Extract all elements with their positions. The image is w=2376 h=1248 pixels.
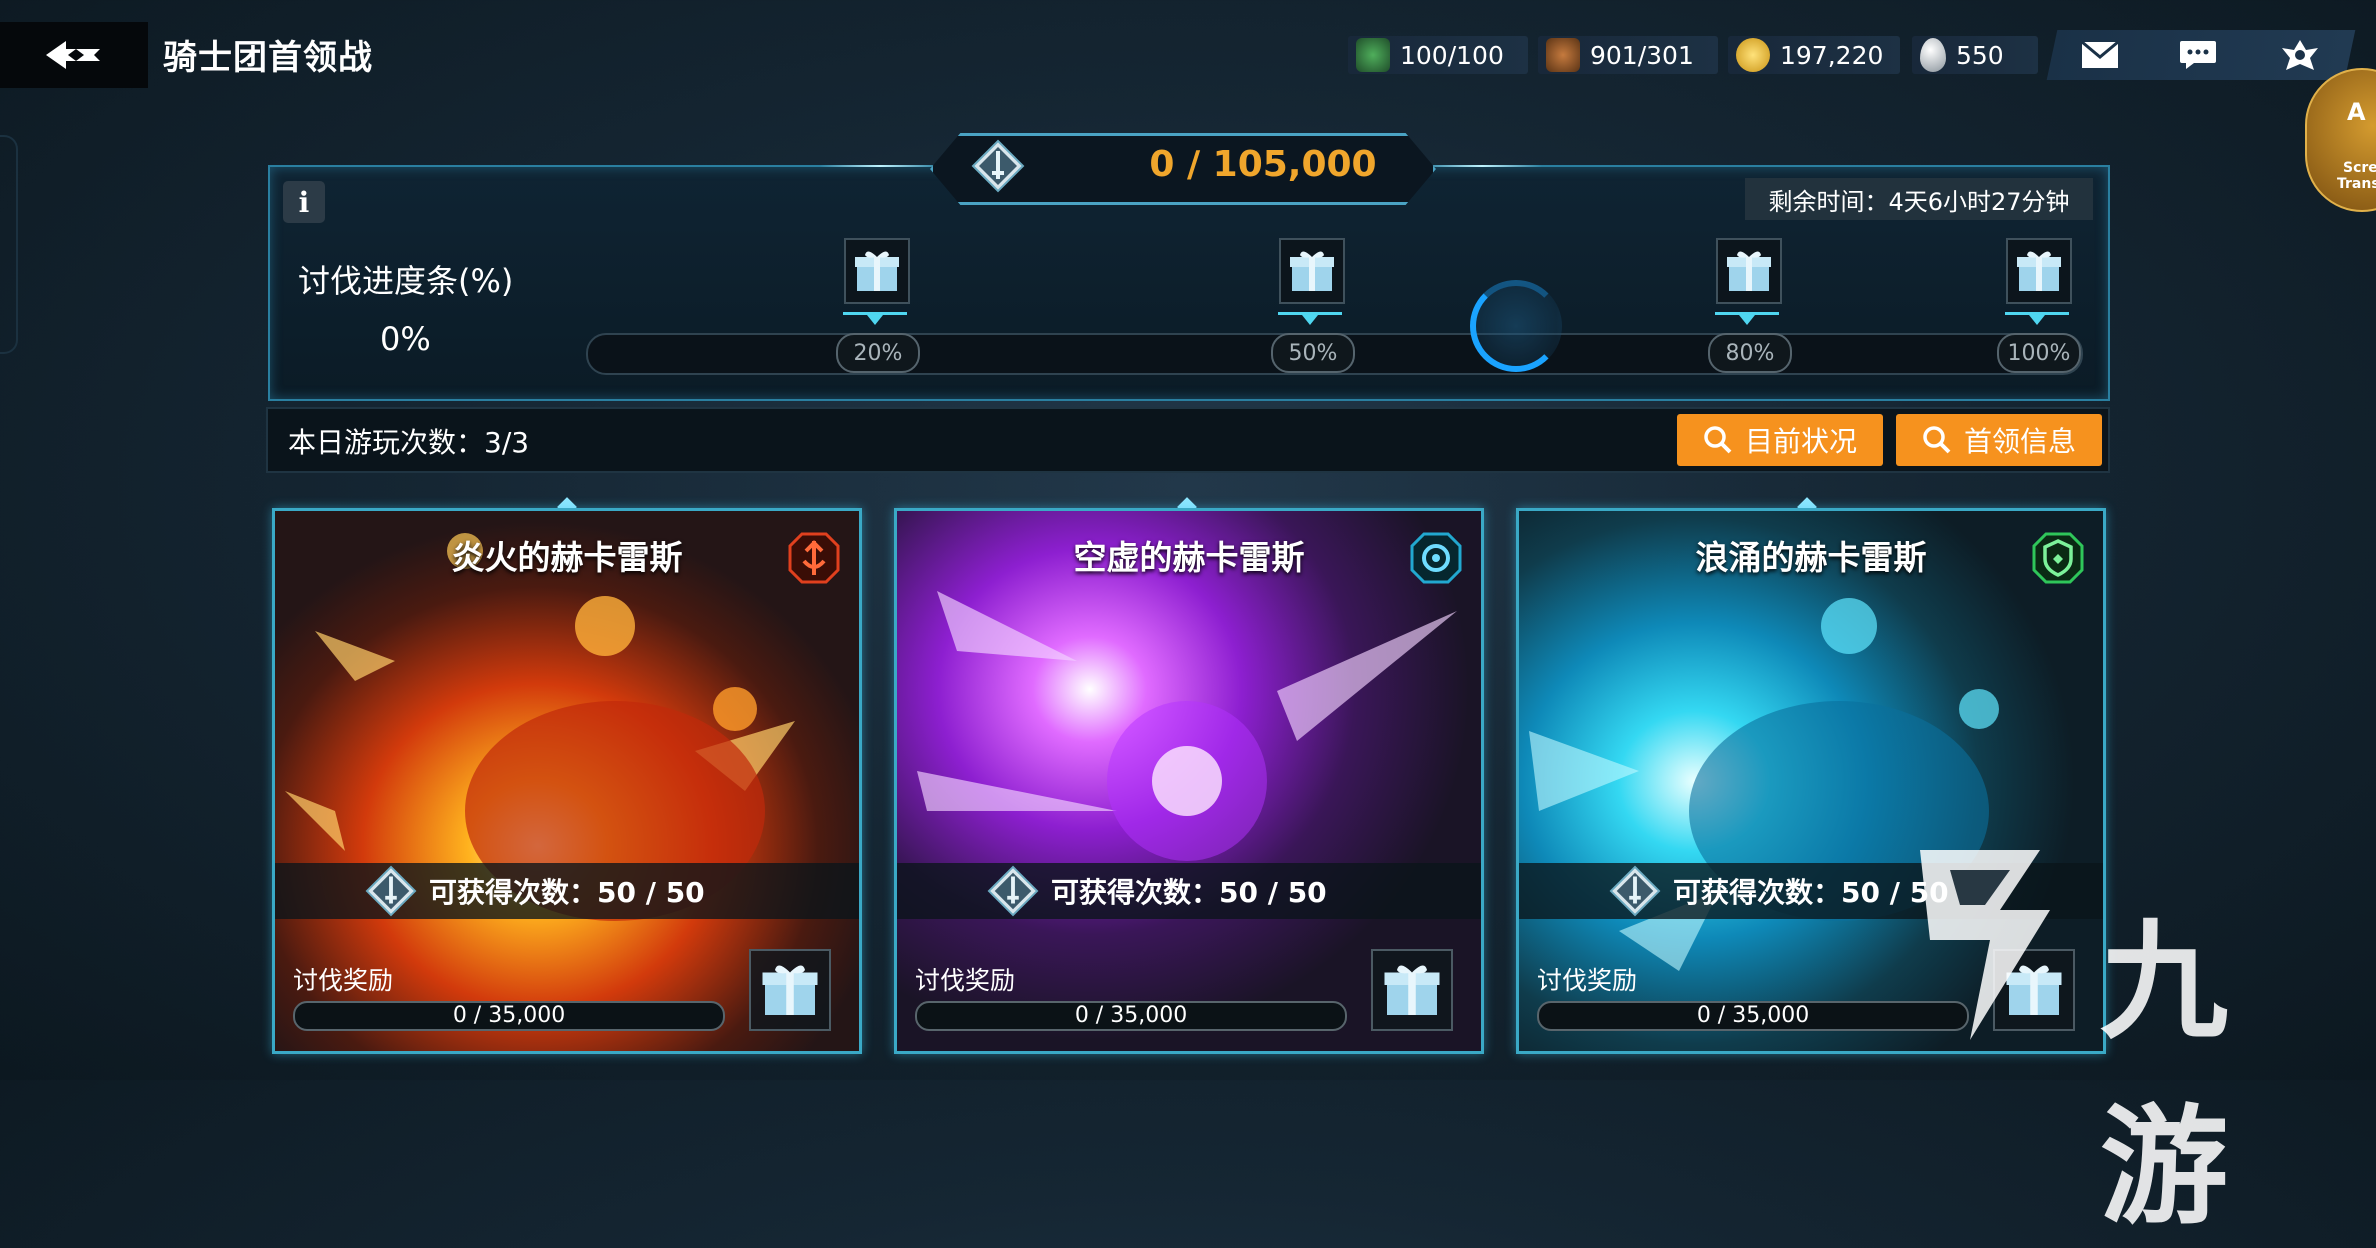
watermark: 九游 (1880, 830, 2360, 1242)
current-status-label: 目前状况 (1744, 425, 1857, 458)
total-damage-banner: 0 / 105,000 (930, 133, 1436, 205)
resource-boot[interactable]: 901/301 (1538, 36, 1718, 74)
sword-diamond-icon (1609, 865, 1661, 917)
sword-diamond-icon (971, 139, 1025, 193)
sword-diamond-icon (987, 865, 1039, 917)
chat-button[interactable] (2176, 38, 2220, 72)
stamina-icon (1356, 38, 1390, 72)
gift-box-icon (855, 251, 899, 291)
milestone-label: 80% (1708, 333, 1792, 373)
screen-translate-button[interactable]: A Scre Trans (2305, 68, 2376, 212)
spark-left (820, 165, 940, 167)
wave-element-icon (2032, 532, 2084, 584)
translate-letter: A (2347, 98, 2366, 126)
reward-label: 讨伐奖励 (293, 966, 394, 995)
gift-box-icon (1384, 965, 1440, 1015)
progress-percent: 0% (380, 320, 431, 358)
milestone-label: 20% (836, 333, 920, 373)
remaining-time: 剩余时间：4天6小时27分钟 (1745, 178, 2093, 220)
back-button[interactable] (0, 22, 148, 88)
boss-card-fire[interactable]: 炎火的赫卡雷斯 可获得次数：50 / 50 讨伐奖励 0 / 35,000 (272, 508, 862, 1054)
resource-value: 550 (1956, 40, 2004, 70)
boss-name: 空虚的赫卡雷斯 (1073, 538, 1305, 577)
current-status-button[interactable]: 目前状况 (1677, 414, 1883, 466)
reward-box-button[interactable] (749, 949, 831, 1031)
guild-emblem-icon (2282, 40, 2318, 70)
chat-icon (2180, 41, 2216, 69)
info-icon: i (298, 185, 310, 219)
milestone-pointer (867, 315, 883, 325)
boss-name: 浪涌的赫卡雷斯 (1695, 538, 1927, 577)
loading-spinner (1470, 280, 1562, 372)
translate-line2: Trans (2337, 176, 2376, 192)
sword-diamond-icon (365, 865, 417, 917)
back-arrow-icon (46, 41, 100, 69)
info-button[interactable]: i (283, 181, 325, 223)
milestone-pointer (1302, 315, 1318, 325)
milestone-reward-50[interactable] (1279, 238, 1345, 304)
milestone-pointer (1739, 315, 1755, 325)
resource-stamina[interactable]: 100/100 (1348, 36, 1528, 74)
reward-box-button[interactable] (1371, 949, 1453, 1031)
milestone-pointer (2029, 315, 2045, 325)
boss-name: 炎火的赫卡雷斯 (451, 538, 683, 577)
top-bar: 骑士团首领战 100/100 901/301 197,220 550 (0, 0, 2376, 88)
reward-progress: 0 / 35,000 (293, 1001, 725, 1031)
resource-crystal[interactable]: 550 (1912, 36, 2038, 74)
boot-icon (1546, 38, 1580, 72)
gift-box-icon (1290, 251, 1334, 291)
reward-progress: 0 / 35,000 (915, 1001, 1347, 1031)
translate-line1: Scre (2343, 160, 2376, 176)
resource-value: 100/100 (1400, 40, 1504, 70)
reward-label: 讨伐奖励 (915, 966, 1016, 995)
boss-info-label: 首领信息 (1963, 425, 2076, 458)
daily-play-count: 本日游玩次数：3/3 (288, 426, 530, 459)
milestone-label: 100% (1997, 333, 2081, 373)
mail-icon (2081, 41, 2119, 68)
side-drawer-handle[interactable] (0, 135, 18, 354)
milestone-label: 50% (1271, 333, 1355, 373)
resource-value: 901/301 (1590, 40, 1694, 70)
search-icon (1923, 426, 1951, 454)
spark-right (1422, 165, 1542, 167)
resource-value: 197,220 (1780, 40, 1884, 70)
nine-game-logo-icon (1920, 850, 2050, 1040)
gold-coin-icon (1736, 38, 1770, 72)
attempts-text: 可获得次数：50 / 50 (1051, 876, 1327, 909)
total-damage-value: 0 / 105,000 (1149, 144, 1377, 185)
guild-emblem-button[interactable] (2278, 38, 2322, 72)
watermark-text: 九游 (2100, 908, 2233, 1242)
reward-label: 讨伐奖励 (1537, 966, 1638, 995)
void-element-icon (1410, 532, 1462, 584)
fire-element-icon (788, 532, 840, 584)
boss-info-button[interactable]: 首领信息 (1896, 414, 2102, 466)
page-title: 骑士团首领战 (163, 38, 373, 78)
attempts-text: 可获得次数：50 / 50 (429, 876, 705, 909)
milestone-reward-100[interactable] (2006, 238, 2072, 304)
mail-button[interactable] (2078, 38, 2122, 72)
resource-gold[interactable]: 197,220 (1728, 36, 1900, 74)
search-icon (1704, 426, 1732, 454)
gift-box-icon (762, 965, 818, 1015)
boss-card-void[interactable]: 空虚的赫卡雷斯 可获得次数：50 / 50 讨伐奖励 0 / 35,000 (894, 508, 1484, 1054)
milestone-reward-20[interactable] (844, 238, 910, 304)
gift-box-icon (2017, 251, 2061, 291)
gift-box-icon (1727, 251, 1771, 291)
crystal-drop-icon (1920, 38, 1946, 72)
progress-label: 讨伐进度条(%) (298, 262, 514, 300)
milestone-reward-80[interactable] (1716, 238, 1782, 304)
